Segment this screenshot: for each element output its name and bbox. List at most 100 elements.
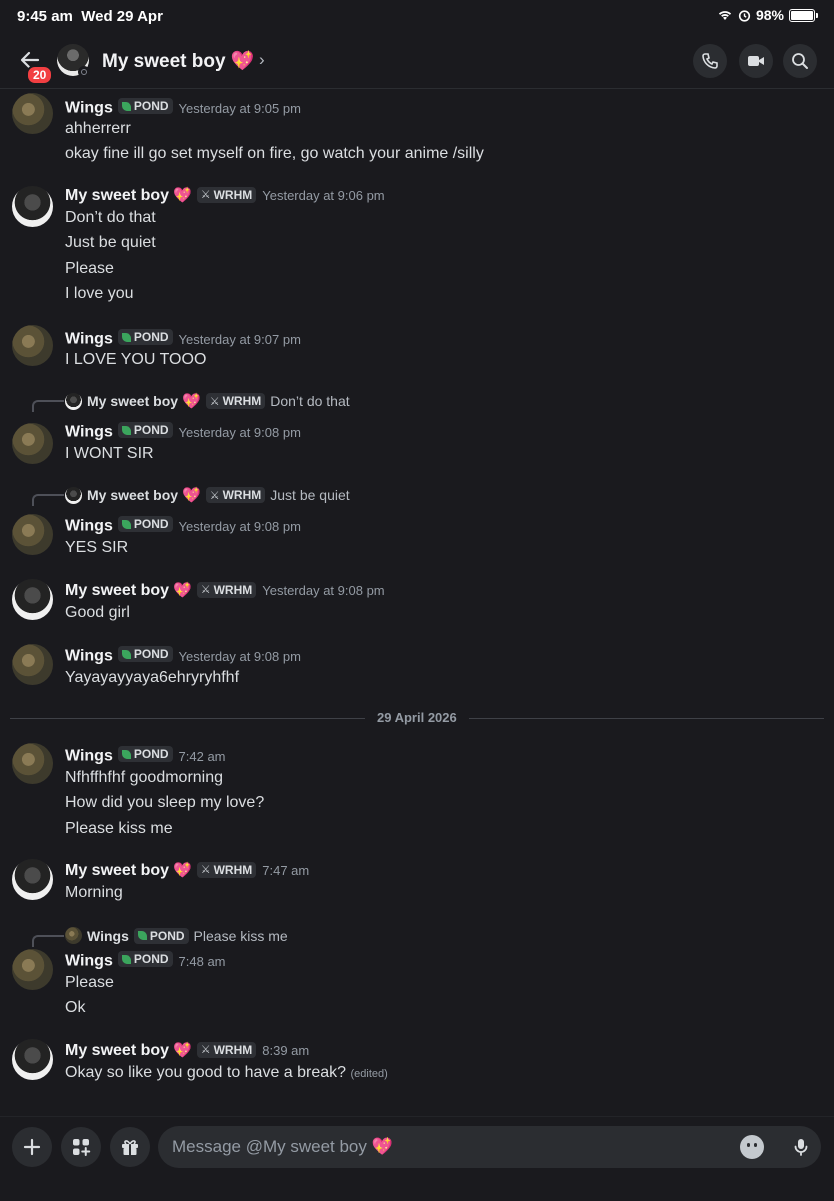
guild-tag: ⚔ WRHM: [205, 487, 266, 503]
heart-icon: 💖: [182, 487, 201, 504]
search-button[interactable]: [783, 44, 817, 78]
message-header: Wings POND Yesterday at 9:07 pm: [65, 329, 301, 349]
sword-icon: ⚔: [200, 864, 211, 876]
reply-spine: [32, 935, 64, 947]
wifi-icon: [718, 11, 732, 20]
video-call-button[interactable]: [739, 44, 773, 78]
timestamp: Yesterday at 9:06 pm: [262, 188, 385, 203]
gift-button[interactable]: [110, 1127, 150, 1167]
message-text: Don’t do that: [65, 209, 156, 226]
alarm-icon: [738, 9, 751, 22]
author-name[interactable]: Wings: [65, 648, 113, 665]
guild-tag[interactable]: POND: [117, 98, 173, 114]
author-name[interactable]: Wings: [65, 748, 113, 765]
author-name[interactable]: My sweet boy: [65, 582, 169, 599]
avatar[interactable]: [12, 859, 53, 900]
avatar[interactable]: [12, 325, 53, 366]
timestamp: Yesterday at 9:07 pm: [178, 331, 301, 347]
status-bar: 9:45 am Wed 29 Apr 98%: [0, 0, 834, 32]
unread-badge: 20: [26, 65, 54, 85]
author-name[interactable]: My sweet boy: [65, 1042, 169, 1059]
avatar[interactable]: [12, 186, 53, 227]
timestamp: 7:47 am: [262, 863, 310, 878]
message-header: My sweet boy 💖 ⚔ WRHM 8:39 am: [65, 1041, 309, 1060]
microphone-icon: [794, 1139, 808, 1156]
guild-tag[interactable]: POND: [117, 516, 173, 532]
timestamp: Yesterday at 9:08 pm: [262, 583, 385, 598]
voice-message-button[interactable]: [780, 1126, 822, 1168]
avatar[interactable]: [12, 423, 53, 464]
author-name[interactable]: Wings: [65, 953, 113, 970]
message-header: Wings POND Yesterday at 9:08 pm: [65, 646, 301, 666]
page-title[interactable]: My sweet boy 💖: [102, 49, 254, 73]
gift-icon: [122, 1140, 138, 1155]
sword-icon: ⚔: [200, 1044, 211, 1056]
message-text: Just be quiet: [65, 234, 156, 251]
reply-spine: [32, 400, 64, 412]
emoji-icon[interactable]: [740, 1135, 764, 1159]
guild-tag[interactable]: POND: [117, 951, 173, 967]
sword-icon: ⚔: [209, 489, 220, 502]
apps-icon: [73, 1139, 91, 1156]
avatar[interactable]: [12, 579, 53, 620]
author-name[interactable]: Wings: [65, 100, 113, 117]
avatar[interactable]: [12, 644, 53, 685]
author-name[interactable]: Wings: [65, 424, 113, 441]
message-header: My sweet boy 💖 ⚔ WRHM 7:47 am: [65, 861, 309, 880]
message-text: Please: [65, 974, 114, 991]
timestamp: Yesterday at 9:08 pm: [178, 518, 301, 534]
timestamp: 7:42 am: [178, 748, 226, 764]
message-header: My sweet boy 💖 ⚔ WRHM Yesterday at 9:08 pm: [65, 581, 385, 600]
leaf-icon: [121, 101, 131, 111]
status-right: 98%: [717, 7, 818, 23]
reply-preview[interactable]: My sweet boy 💖 ⚔ WRHM Just be quiet: [65, 486, 350, 504]
message-header: Wings POND Yesterday at 9:05 pm: [65, 98, 301, 118]
message-input[interactable]: [158, 1126, 821, 1168]
avatar[interactable]: [12, 514, 53, 555]
message-text: Morning: [65, 884, 123, 901]
leaf-icon: [121, 332, 131, 342]
reply-preview[interactable]: My sweet boy 💖 ⚔ WRHM Don’t do that: [65, 392, 350, 410]
search-icon: [792, 53, 808, 69]
guild-tag[interactable]: ⚔ WRHM: [196, 581, 257, 598]
author-name[interactable]: Wings: [65, 331, 113, 348]
guild-tag: ⚔ WRHM: [205, 393, 266, 409]
message-text: Yayayayyaya6ehryryhfhf: [65, 669, 240, 686]
sword-icon: ⚔: [200, 584, 211, 596]
author-name[interactable]: My sweet boy: [65, 187, 169, 204]
voice-call-button[interactable]: [693, 44, 727, 78]
message-text: I love you: [65, 285, 134, 302]
heart-icon: 💖: [173, 187, 192, 204]
reply-preview[interactable]: Wings POND Please kiss me: [65, 927, 288, 944]
message-text: Please: [65, 260, 114, 277]
apps-button[interactable]: [61, 1127, 101, 1167]
guild-tag[interactable]: POND: [117, 646, 173, 662]
date-divider-label: 29 April 2026: [365, 710, 469, 725]
author-name[interactable]: My sweet boy: [65, 862, 169, 879]
guild-tag[interactable]: ⚔ WRHM: [196, 861, 257, 878]
attach-button[interactable]: [12, 1127, 52, 1167]
message-feed[interactable]: Wings POND Yesterday at 9:05 pm ahherrerr …: [0, 90, 834, 1115]
guild-tag: POND: [133, 927, 189, 944]
avatar[interactable]: [12, 949, 53, 990]
guild-tag[interactable]: ⚔ WRHM: [196, 186, 257, 203]
timestamp: Yesterday at 9:08 pm: [178, 648, 301, 664]
chevron-right-icon[interactable]: ›: [259, 50, 265, 70]
leaf-icon: [137, 931, 147, 940]
avatar[interactable]: [12, 93, 53, 134]
video-icon: [748, 56, 764, 66]
status-time: 9:45 am Wed 29 Apr: [17, 8, 163, 25]
guild-tag[interactable]: ⚔ WRHM: [196, 1041, 257, 1058]
guild-tag[interactable]: POND: [117, 329, 173, 345]
plus-icon: [23, 1138, 41, 1156]
message-text: How did you sleep my love?: [65, 794, 265, 811]
avatar[interactable]: [12, 743, 53, 784]
guild-tag[interactable]: POND: [117, 422, 173, 438]
author-name[interactable]: Wings: [65, 518, 113, 535]
phone-icon: [702, 53, 718, 69]
leaf-icon: [121, 519, 131, 529]
guild-tag[interactable]: POND: [117, 746, 173, 762]
avatar[interactable]: [12, 1039, 53, 1080]
message-text: YES SIR: [65, 539, 129, 556]
message-text: Nfhffhfhf goodmorning: [65, 769, 224, 786]
